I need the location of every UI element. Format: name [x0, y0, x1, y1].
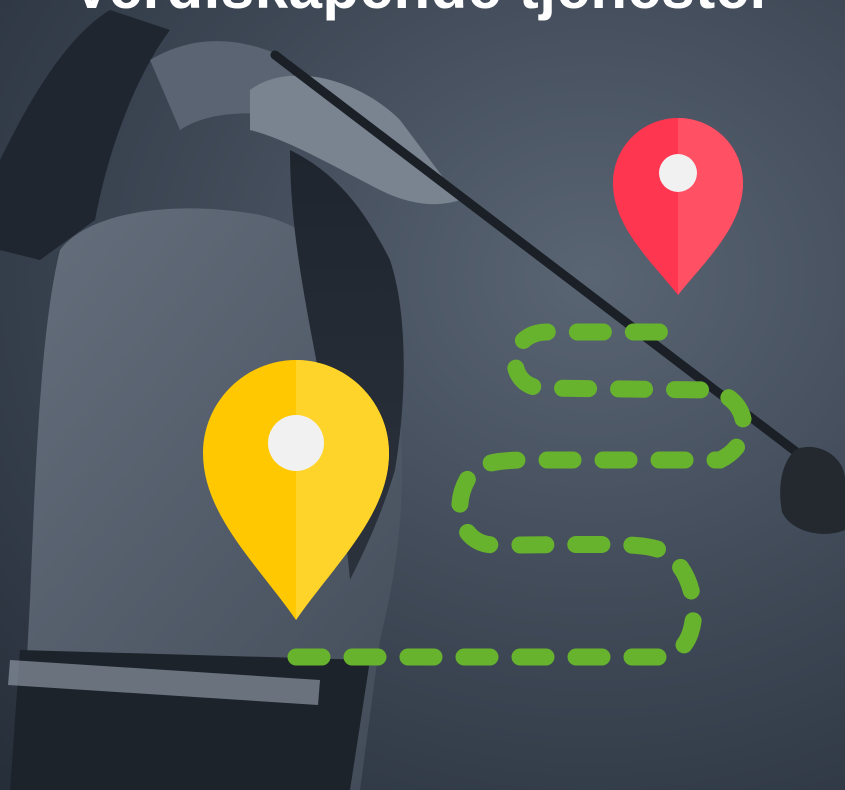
start-pin	[203, 360, 389, 620]
route-illustration	[203, 118, 753, 666]
map-pin-highlight	[296, 360, 389, 620]
map-pin-highlight	[678, 118, 743, 295]
map-pin-dot	[268, 415, 324, 471]
map-pin-dot	[659, 154, 697, 192]
destination-pin	[613, 118, 743, 295]
hero-graphic: Verdiskapende tjenester	[0, 0, 845, 790]
